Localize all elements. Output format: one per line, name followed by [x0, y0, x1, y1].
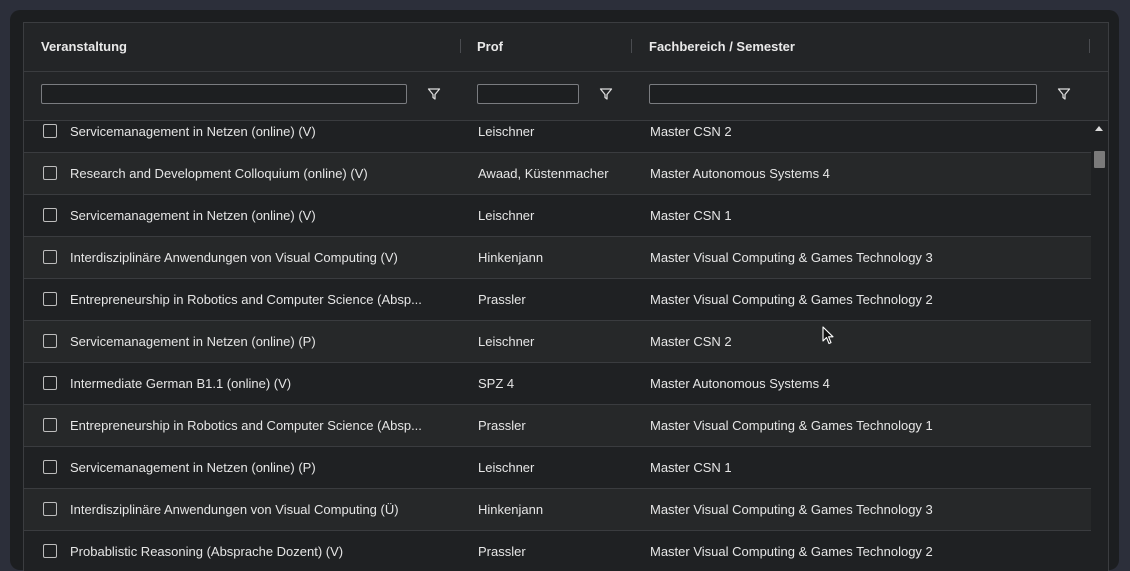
checkbox-icon[interactable]	[43, 334, 57, 348]
table-row[interactable]: Probablistic Reasoning (Absprache Dozent…	[24, 531, 1091, 571]
cell-prof: Leischner	[478, 334, 535, 349]
course-table: Veranstaltung Prof Fachbereich / Semeste…	[23, 22, 1109, 571]
cell-fachbereich: Master Visual Computing & Games Technolo…	[650, 418, 933, 433]
table-body: Servicemanagement in Netzen (online) (V)…	[24, 121, 1091, 571]
cell-veranstaltung: Probablistic Reasoning (Absprache Dozent…	[70, 544, 344, 559]
table-row[interactable]: Research and Development Colloquium (onl…	[24, 153, 1091, 195]
cell-prof: Leischner	[478, 124, 535, 139]
table-row[interactable]: Entrepreneurship in Robotics and Compute…	[24, 405, 1091, 447]
filter-icon[interactable]	[599, 87, 613, 101]
cell-fachbereich: Master Visual Computing & Games Technolo…	[650, 292, 933, 307]
vertical-scrollbar[interactable]	[1091, 121, 1108, 571]
cell-veranstaltung: Interdisziplinäre Anwendungen von Visual…	[70, 250, 398, 265]
cell-veranstaltung: Intermediate German B1.1 (online) (V)	[70, 376, 292, 391]
cell-veranstaltung: Interdisziplinäre Anwendungen von Visual…	[70, 502, 399, 517]
cell-veranstaltung: Research and Development Colloquium (onl…	[70, 166, 368, 181]
course-panel: Veranstaltung Prof Fachbereich / Semeste…	[10, 10, 1119, 571]
cell-veranstaltung: Entrepreneurship in Robotics and Compute…	[70, 292, 422, 307]
column-separator[interactable]	[631, 39, 632, 53]
cell-fachbereich: Master Autonomous Systems 4	[650, 166, 830, 181]
column-header-prof[interactable]: Prof	[477, 23, 503, 71]
checkbox-icon[interactable]	[43, 292, 57, 306]
cell-fachbereich: Master Autonomous Systems 4	[650, 376, 830, 391]
mouse-pointer-icon	[822, 326, 834, 345]
scrollbar-thumb[interactable]	[1094, 151, 1105, 168]
filter-input-prof[interactable]	[477, 84, 579, 104]
column-header-fachbereich[interactable]: Fachbereich / Semester	[649, 23, 795, 71]
filter-input-veranstaltung[interactable]	[41, 84, 407, 104]
table-row[interactable]: Intermediate German B1.1 (online) (V) SPZ…	[24, 363, 1091, 405]
cell-veranstaltung: Servicemanagement in Netzen (online) (V)	[70, 124, 316, 139]
filter-input-fachbereich[interactable]	[649, 84, 1037, 104]
cell-fachbereich: Master CSN 2	[650, 124, 732, 139]
cell-prof: Awaad, Küstenmacher	[478, 166, 609, 181]
cell-fachbereich: Master Visual Computing & Games Technolo…	[650, 502, 933, 517]
chevron-up-icon[interactable]	[1095, 126, 1103, 131]
table-row[interactable]: Servicemanagement in Netzen (online) (P)…	[24, 447, 1091, 489]
filter-row	[24, 72, 1108, 121]
cell-prof: Prassler	[478, 544, 526, 559]
cell-fachbereich: Master CSN 2	[650, 334, 732, 349]
filter-icon[interactable]	[427, 87, 441, 101]
checkbox-icon[interactable]	[43, 418, 57, 432]
table-row[interactable]: Servicemanagement in Netzen (online) (V)…	[24, 121, 1091, 153]
column-separator[interactable]	[1089, 39, 1090, 53]
table-header: Veranstaltung Prof Fachbereich / Semeste…	[24, 23, 1108, 72]
table-row[interactable]: Interdisziplinäre Anwendungen von Visual…	[24, 489, 1091, 531]
table-row[interactable]: Servicemanagement in Netzen (online) (P)…	[24, 321, 1091, 363]
cell-prof: SPZ 4	[478, 376, 515, 391]
cell-prof: Leischner	[478, 460, 535, 475]
cell-prof: Hinkenjann	[478, 502, 544, 517]
checkbox-icon[interactable]	[43, 544, 57, 558]
checkbox-icon[interactable]	[43, 502, 57, 516]
checkbox-icon[interactable]	[43, 250, 57, 264]
table-row[interactable]: Entrepreneurship in Robotics and Compute…	[24, 279, 1091, 321]
cell-fachbereich: Master CSN 1	[650, 208, 732, 223]
cell-fachbereich: Master CSN 1	[650, 460, 732, 475]
column-separator[interactable]	[460, 39, 461, 53]
cell-prof: Prassler	[478, 292, 526, 307]
checkbox-icon[interactable]	[43, 124, 57, 138]
cell-prof: Leischner	[478, 208, 535, 223]
column-header-veranstaltung[interactable]: Veranstaltung	[41, 23, 127, 71]
cell-veranstaltung: Servicemanagement in Netzen (online) (V)	[70, 208, 316, 223]
checkbox-icon[interactable]	[43, 460, 57, 474]
checkbox-icon[interactable]	[43, 208, 57, 222]
cell-prof: Prassler	[478, 418, 526, 433]
checkbox-icon[interactable]	[43, 166, 57, 180]
cell-fachbereich: Master Visual Computing & Games Technolo…	[650, 544, 933, 559]
filter-icon[interactable]	[1057, 87, 1071, 101]
table-row[interactable]: Servicemanagement in Netzen (online) (V)…	[24, 195, 1091, 237]
cell-fachbereich: Master Visual Computing & Games Technolo…	[650, 250, 933, 265]
cell-veranstaltung: Entrepreneurship in Robotics and Compute…	[70, 418, 422, 433]
cell-prof: Hinkenjann	[478, 250, 544, 265]
cell-veranstaltung: Servicemanagement in Netzen (online) (P)	[70, 460, 316, 475]
table-row[interactable]: Interdisziplinäre Anwendungen von Visual…	[24, 237, 1091, 279]
checkbox-icon[interactable]	[43, 376, 57, 390]
cell-veranstaltung: Servicemanagement in Netzen (online) (P)	[70, 334, 316, 349]
